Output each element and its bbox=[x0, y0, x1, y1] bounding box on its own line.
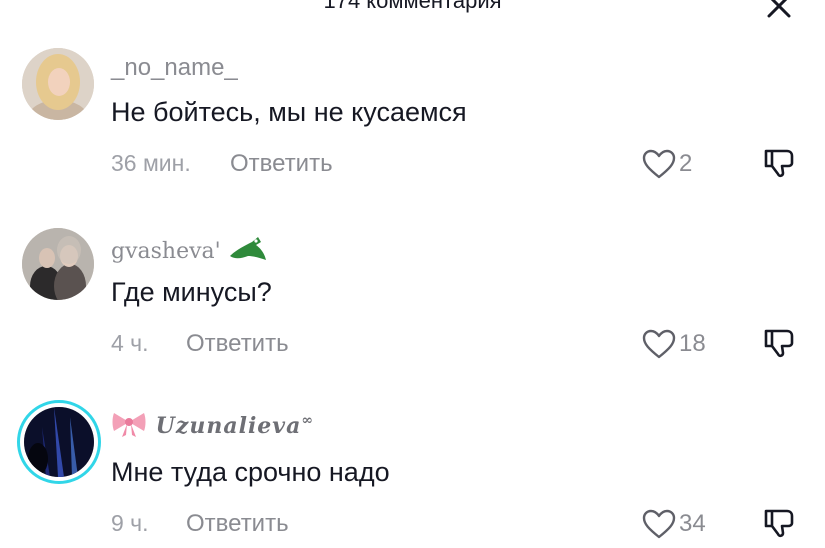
dislike-icon[interactable] bbox=[762, 146, 796, 180]
heart-icon bbox=[642, 509, 676, 539]
like-button[interactable]: 2 bbox=[641, 146, 692, 182]
comment-text: Мне туда срочно надо bbox=[111, 457, 390, 487]
comment-text: Не бойтесь, мы не кусаемся bbox=[111, 97, 467, 127]
reply-button[interactable]: Ответить bbox=[186, 510, 289, 538]
dislike-icon[interactable] bbox=[762, 506, 796, 540]
reply-button[interactable]: Ответить bbox=[230, 150, 333, 178]
crocodile-emoji-icon bbox=[229, 237, 266, 260]
username[interactable]: Uzunalieva∞ bbox=[111, 410, 314, 439]
heart-icon bbox=[642, 329, 676, 359]
like-button[interactable]: 34 bbox=[641, 506, 706, 542]
comment-item: _no_name_ Не бойтесь, мы не кусаемся 36 … bbox=[0, 0, 825, 180]
like-button[interactable]: 18 bbox=[641, 326, 706, 362]
comment-time: 36 мин. bbox=[111, 150, 191, 176]
dislike-icon[interactable] bbox=[762, 326, 796, 360]
comment-time: 9 ч. bbox=[111, 510, 149, 536]
like-count: 18 bbox=[679, 330, 706, 357]
like-count: 34 bbox=[679, 510, 706, 537]
username-text: Uzunalieva bbox=[155, 413, 302, 439]
avatar[interactable] bbox=[22, 48, 94, 120]
bow-emoji-icon bbox=[112, 413, 146, 437]
comment-time: 4 ч. bbox=[111, 330, 149, 356]
username[interactable]: _no_name_ bbox=[111, 54, 238, 82]
reply-button[interactable]: Ответить bbox=[186, 330, 289, 358]
like-count: 2 bbox=[679, 150, 693, 177]
username-text: gvasheva' bbox=[111, 239, 221, 264]
comment-item: Uzunalieva∞ Мне туда срочно надо 9 ч. От… bbox=[0, 360, 825, 540]
username[interactable]: gvasheva' bbox=[111, 234, 268, 264]
comment-text: Где минусы? bbox=[111, 277, 272, 307]
comment-item: gvasheva' Где минусы? 4 ч. Ответить 18 bbox=[0, 180, 825, 360]
avatar[interactable] bbox=[22, 228, 94, 300]
heart-icon bbox=[642, 149, 676, 179]
avatar[interactable] bbox=[24, 407, 94, 477]
